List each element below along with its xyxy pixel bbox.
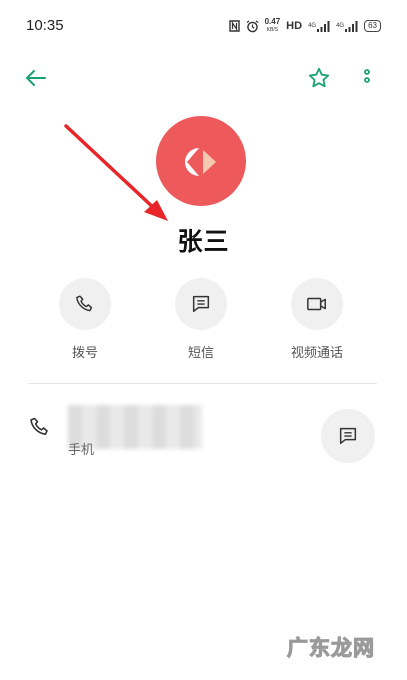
message-icon: [192, 295, 210, 313]
arrow-left-icon: [26, 70, 46, 86]
status-time: 10:35: [26, 17, 64, 34]
divider: [28, 383, 377, 384]
star-outline-icon: [308, 67, 330, 88]
send-message-button[interactable]: [321, 409, 375, 463]
message-icon: [339, 427, 357, 445]
top-app-bar: [0, 56, 407, 100]
alarm-icon: [246, 19, 259, 33]
status-icons: 0.47 KB/S HD 4G 4G 63: [228, 18, 381, 34]
nfc-icon: [228, 20, 240, 32]
video-call-label: 视频通话: [290, 346, 343, 361]
battery-icon: 63: [364, 20, 381, 32]
more-vertical-icon: [364, 69, 370, 83]
phone-icon: [76, 295, 93, 312]
net-speed: 0.47 KB/S: [265, 18, 281, 34]
video-call-button[interactable]: [291, 278, 343, 330]
call-action[interactable]: 拨号: [45, 278, 125, 361]
call-button[interactable]: [59, 278, 111, 330]
net-speed-value: 0.47: [264, 17, 281, 26]
video-camera-icon: [307, 297, 326, 311]
signal-2-icon: 4G: [336, 20, 358, 32]
signal-icon: 4G: [308, 20, 330, 32]
phone-number-row[interactable]: 手机: [0, 395, 407, 465]
phone-icon: [30, 417, 48, 435]
watermark: 广东龙网: [287, 636, 375, 661]
phone-type-label: 手机: [68, 443, 95, 458]
signal-2-label: 4G: [336, 23, 345, 29]
net-speed-unit: KB/S: [266, 27, 279, 33]
contact-name: 张三: [177, 227, 230, 256]
red-arrow-annotation: [64, 124, 168, 221]
call-label: 拨号: [71, 346, 98, 361]
status-bar: 10:35 0.47 KB/S HD 4G 4G 63: [0, 0, 407, 54]
sms-button[interactable]: [175, 278, 227, 330]
more-options-button[interactable]: [355, 66, 379, 90]
signal-1-label: 4G: [308, 23, 317, 29]
favorite-button[interactable]: [307, 66, 331, 90]
back-button[interactable]: [24, 66, 48, 90]
video-call-action[interactable]: 视频通话: [277, 278, 357, 361]
hd-indicator: HD: [286, 20, 303, 32]
sms-action[interactable]: 短信: [161, 278, 241, 361]
sms-label: 短信: [187, 346, 214, 361]
